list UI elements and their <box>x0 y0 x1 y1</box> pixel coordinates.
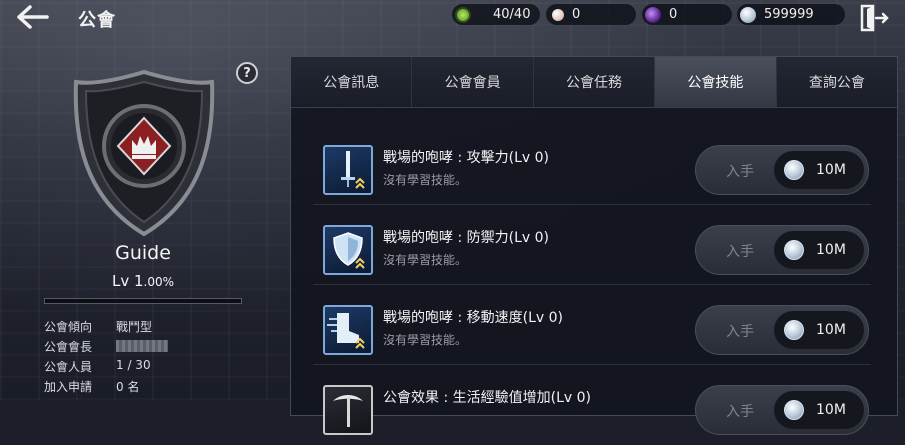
pearl-value: 0 <box>572 7 581 22</box>
back-button[interactable] <box>14 3 50 31</box>
acquire-skill-button[interactable]: 入手 10M <box>695 225 869 275</box>
guild-crest-icon <box>73 69 215 237</box>
skill-name: 公會效果 : 生活經驗值增加(Lv 0) <box>383 390 591 406</box>
boot-icon <box>323 305 373 355</box>
cost-display: 10M <box>774 311 864 349</box>
info-row-leader: 公會會長 <box>44 338 168 355</box>
pearl-icon <box>552 8 564 21</box>
masked-leader-name <box>116 340 168 352</box>
dark-orb-counter: 0 <box>642 4 732 25</box>
silver-value: 599999 <box>764 7 814 22</box>
pickaxe-icon <box>323 385 373 435</box>
silver-coin-icon <box>784 240 804 260</box>
skill-description: 沒有學習技能。 <box>383 173 468 187</box>
acquire-label: 入手 <box>726 324 754 340</box>
silver-counter: 599999 <box>737 4 845 25</box>
info-label: 公會人員 <box>44 360 93 374</box>
silver-coin-icon <box>784 400 804 420</box>
info-row-applications: 加入申請 0 名 <box>44 378 139 395</box>
skill-name: 戰場的咆哮 : 移動速度(Lv 0) <box>383 310 563 326</box>
cost-value: 10M <box>816 322 846 338</box>
cost-value: 10M <box>816 242 846 258</box>
pearl-counter: 0 <box>546 4 636 25</box>
exit-button[interactable] <box>859 4 889 32</box>
cost-display: 10M <box>774 391 864 429</box>
info-value: 1 / 30 <box>116 358 151 372</box>
skill-description: 沒有學習技能。 <box>383 333 468 347</box>
tab-guild-quests[interactable]: 公會任務 <box>533 57 656 107</box>
page-title: 公會 <box>78 10 116 31</box>
skill-row: 公會效果 : 生活經驗值增加(Lv 0) 入手 10M <box>313 365 871 445</box>
tab-bar: 公會訊息 公會會員 公會任務 公會技能 查詢公會 <box>291 57 898 108</box>
acquire-label: 入手 <box>726 244 754 260</box>
info-row-tendency: 公會傾向 戰鬥型 <box>44 318 152 335</box>
skill-row: 戰場的咆哮 : 防禦力(Lv 0) 沒有學習技能。 入手 10M <box>313 205 871 285</box>
info-label: 公會會長 <box>44 340 93 354</box>
green-gem-icon <box>455 6 471 23</box>
stamina-counter: 40/40 <box>452 4 540 25</box>
skill-description: 沒有學習技能。 <box>383 253 468 267</box>
silver-coin-icon <box>784 320 804 340</box>
shield-icon <box>323 225 373 275</box>
guild-level-percent: .00% <box>143 275 175 289</box>
guild-name: Guide <box>115 242 171 264</box>
skill-name: 戰場的咆哮 : 攻擊力(Lv 0) <box>383 150 549 166</box>
stamina-value: 40/40 <box>493 7 531 22</box>
question-icon: ? <box>243 65 251 81</box>
purple-orb-icon <box>645 6 661 23</box>
info-value: 戰鬥型 <box>116 320 153 334</box>
cost-value: 10M <box>816 162 846 178</box>
info-label: 加入申請 <box>44 380 93 394</box>
exit-door-icon <box>860 4 889 32</box>
skill-name: 戰場的咆哮 : 防禦力(Lv 0) <box>383 230 549 246</box>
acquire-skill-button[interactable]: 入手 10M <box>695 385 869 435</box>
cost-display: 10M <box>774 231 864 269</box>
dark-orb-value: 0 <box>669 7 678 22</box>
acquire-skill-button[interactable]: 入手 10M <box>695 305 869 355</box>
acquire-skill-button[interactable]: 入手 10M <box>695 145 869 195</box>
silver-coin-icon <box>784 160 804 180</box>
sword-icon <box>323 145 373 195</box>
acquire-label: 入手 <box>726 164 754 180</box>
tab-search-guild[interactable]: 查詢公會 <box>776 57 898 107</box>
cost-value: 10M <box>816 402 846 418</box>
tab-guild-skills[interactable]: 公會技能 <box>655 57 777 107</box>
skill-row: 戰場的咆哮 : 攻擊力(Lv 0) 沒有學習技能。 入手 10M <box>313 125 871 205</box>
back-arrow-icon <box>17 5 49 29</box>
tab-guild-info[interactable]: 公會訊息 <box>291 57 413 107</box>
info-row-members: 公會人員 1 / 30 <box>44 358 151 375</box>
tab-guild-members[interactable]: 公會會員 <box>412 57 534 107</box>
silver-coin-icon <box>740 6 756 23</box>
guild-exp-bar <box>44 298 242 304</box>
top-bar: 公會 40/40 0 0 599999 <box>0 0 905 34</box>
guild-panel: 公會訊息 公會會員 公會任務 公會技能 查詢公會 戰場的咆哮 : 攻擊力(Lv … <box>290 56 898 435</box>
info-label: 公會傾向 <box>44 320 93 334</box>
acquire-label: 入手 <box>726 404 754 420</box>
skill-row: 戰場的咆哮 : 移動速度(Lv 0) 沒有學習技能。 入手 10M <box>313 285 871 365</box>
cost-display: 10M <box>774 151 864 189</box>
guild-level: Lv 1.00% <box>44 272 242 290</box>
help-button[interactable]: ? <box>236 62 258 84</box>
info-value: 0 名 <box>116 380 140 394</box>
guild-level-value: Lv 1 <box>111 272 144 290</box>
